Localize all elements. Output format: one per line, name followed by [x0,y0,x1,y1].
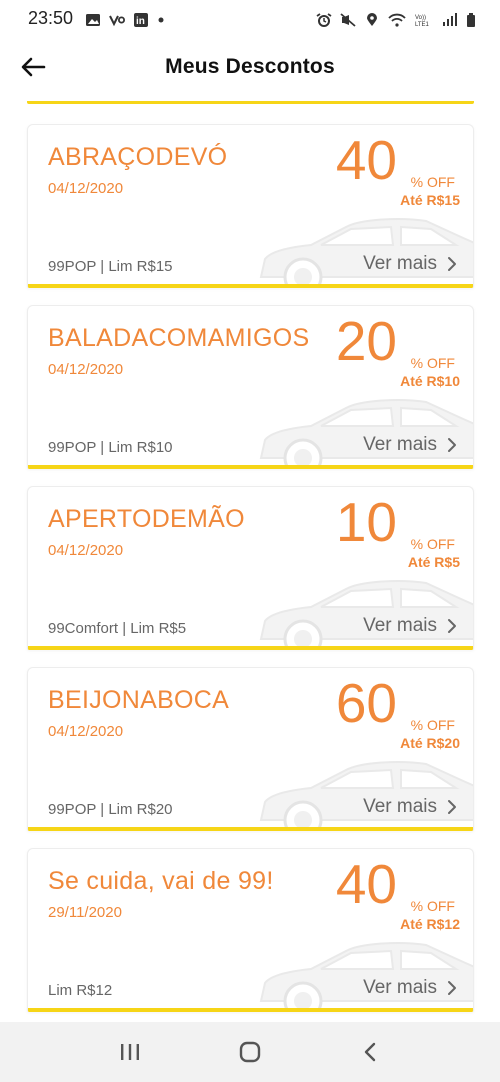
coupon-conditions: 99POP | Lim R$20 [48,801,173,818]
discount-off-label: % OFF [410,536,455,552]
linkedin-icon: in [133,11,149,27]
coupon-code: BALADACOMAMIGOS [48,324,310,352]
discount-off-label: % OFF [410,174,455,190]
coupon-date: 04/12/2020 [48,361,124,378]
chevron-right-icon [445,255,459,273]
system-nav-bar [0,1022,500,1082]
discount-cap: Até R$12 [400,916,460,932]
see-more-label: Ver mais [363,796,437,817]
wifi-icon [388,11,406,27]
arrow-left-icon [21,57,46,77]
battery-icon [466,11,476,27]
coupon-date: 04/12/2020 [48,542,124,559]
coupon-date: 04/12/2020 [48,180,124,197]
coupon-conditions: 99POP | Lim R$15 [48,258,173,275]
discount-cap: Até R$20 [400,735,460,751]
location-icon [364,11,380,26]
see-more-button[interactable]: Ver mais [363,615,459,637]
discount-cap: Até R$15 [400,192,460,208]
volte-icon: Vo)) LTE1 [414,11,434,28]
see-more-button[interactable]: Ver mais [363,434,459,456]
car-watermark-icon [251,931,473,1012]
chevron-right-icon [445,436,459,454]
see-more-label: Ver mais [363,434,437,455]
coupon-card[interactable]: Se cuida, vai de 99! 29/11/2020 40 % OFF Até… [27,848,474,1012]
home-icon [239,1041,261,1063]
coupon-date: 04/12/2020 [48,723,124,740]
discount-percent: 10 [335,491,397,553]
previous-card-edge [27,98,474,104]
app-header: Meus Descontos [0,36,500,98]
chevron-right-icon [445,617,459,635]
coupon-code: ABRAÇODEVÓ [48,143,228,171]
chevron-right-icon [445,979,459,997]
coupon-card[interactable]: BEIJONABOCA 04/12/2020 60 % OFF Até R$20 99PO… [27,667,474,831]
back-button[interactable] [18,52,48,82]
recent-apps-icon [121,1044,139,1060]
see-more-button[interactable]: Ver mais [363,253,459,275]
discount-off-label: % OFF [410,898,455,914]
coupon-conditions: Lim R$12 [48,982,113,999]
signal-icon [442,11,458,26]
coupon-code: BEIJONABOCA [48,686,230,714]
home-button[interactable] [230,1032,270,1072]
alarm-icon [316,11,332,27]
image-icon [85,11,101,26]
coupon-card[interactable]: APERTODEMÃO 04/12/2020 10 % OFF Até R$5 99Com… [27,486,474,650]
discount-cap: Até R$5 [407,554,460,570]
see-more-label: Ver mais [363,253,437,274]
dot-icon [157,11,165,25]
coupon-code: APERTODEMÃO [48,505,245,533]
car-watermark-icon [251,207,473,288]
status-time: 23:50 [28,7,74,28]
coupon-list[interactable]: ABRAÇODEVÓ 04/12/2020 40 % OFF Até R$15 99POP… [0,98,500,1022]
discount-percent: 40 [335,129,397,191]
coupon-conditions: 99POP | Lim R$10 [48,439,173,456]
vivo-icon [109,11,126,27]
system-back-button[interactable] [350,1032,390,1072]
car-watermark-icon [251,750,473,831]
see-more-label: Ver mais [363,615,437,636]
page-title: Meus Descontos [165,55,335,78]
status-bar: 23:50 in Vo)) LTE1 [0,0,500,36]
coupon-date: 29/11/2020 [48,904,122,921]
coupon-card[interactable]: BALADACOMAMIGOS 04/12/2020 20 % OFF Até R$10… [27,305,474,469]
discount-percent: 20 [335,310,397,372]
status-left-icons: in [85,11,165,27]
see-more-label: Ver mais [363,977,437,998]
svg-text:LTE1: LTE1 [415,22,430,27]
coupon-card[interactable]: ABRAÇODEVÓ 04/12/2020 40 % OFF Até R$15 99POP… [27,124,474,288]
svg-text:in: in [136,16,145,27]
coupon-conditions: 99Comfort | Lim R$5 [48,620,187,637]
discount-off-label: % OFF [410,717,455,733]
discount-percent: 60 [335,672,397,734]
mute-icon [340,11,356,27]
discount-percent: 40 [335,853,397,915]
see-more-button[interactable]: Ver mais [363,977,459,999]
car-watermark-icon [251,388,473,469]
car-watermark-icon [251,569,473,650]
discount-off-label: % OFF [410,355,455,371]
coupon-code: Se cuida, vai de 99! [48,867,274,895]
see-more-button[interactable]: Ver mais [363,796,459,818]
status-right-icons: Vo)) LTE1 [316,11,476,28]
chevron-right-icon [445,798,459,816]
back-icon [364,1042,376,1062]
discount-cap: Até R$10 [400,373,460,389]
recent-apps-button[interactable] [110,1032,150,1072]
svg-text:Vo)): Vo)) [415,15,426,21]
